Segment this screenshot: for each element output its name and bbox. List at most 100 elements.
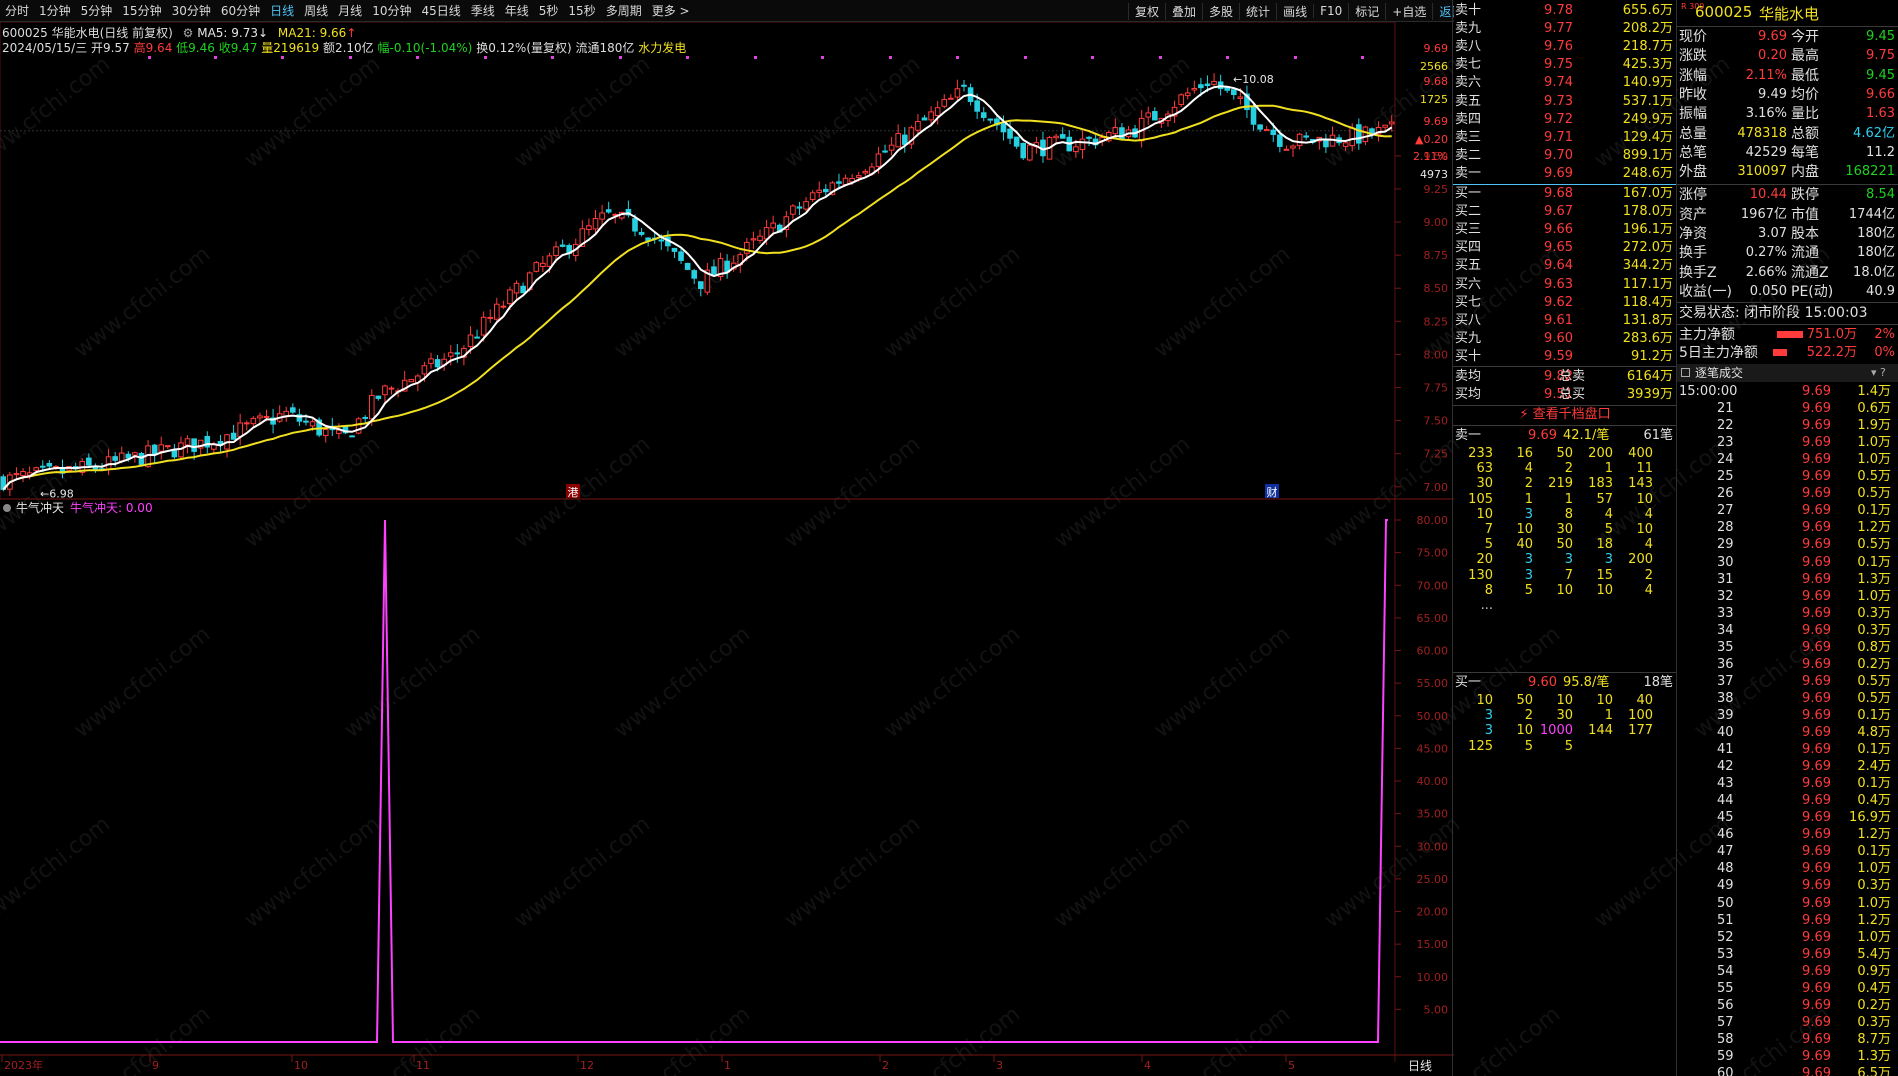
ma5-line — [2, 85, 1393, 491]
period-tab[interactable]: 45日线 — [416, 2, 465, 19]
toolbar-button[interactable]: 复权 — [1128, 2, 1165, 20]
quote-value: 4.62亿 — [1853, 125, 1895, 141]
candle-body — [796, 206, 803, 209]
period-tab[interactable]: 季线 — [466, 2, 500, 19]
ask-row[interactable]: 卖四 9.72 249.9万 — [1453, 111, 1677, 129]
bid-row[interactable]: 买一 9.68 167.0万 — [1453, 185, 1677, 203]
bid-row[interactable]: 买十 9.59 91.2万 — [1453, 348, 1677, 366]
period-tab[interactable]: 5分钟 — [76, 2, 118, 19]
view-depth-button[interactable]: ⚡ 查看千档盘口 — [1453, 406, 1677, 424]
queue-qty: 10 — [1596, 693, 1613, 708]
signal-dot — [619, 56, 622, 59]
queue-qty: 40 — [1516, 537, 1533, 553]
queue-qty: 5 — [1524, 738, 1533, 754]
queue-qty: 4 — [1644, 537, 1653, 553]
period-tab[interactable]: 10分钟 — [367, 2, 416, 19]
quote-row: 总笔 42529 每笔 11.2 — [1677, 144, 1898, 162]
queue-qty: 100 — [1628, 708, 1653, 724]
queue-qty: 3 — [1524, 552, 1533, 568]
sell1-queue-qty-row: 105 1 1 57 10 — [1453, 492, 1677, 507]
toolbar-button[interactable]: 画线 — [1276, 2, 1313, 20]
toolbar-button[interactable]: 叠加 — [1165, 2, 1202, 20]
tick-volume: 0.4万 — [1857, 793, 1891, 809]
queue-qty: 8 — [1564, 506, 1573, 522]
bid-row[interactable]: 买八 9.61 131.8万 — [1453, 312, 1677, 330]
quote-label: 市值 — [1791, 206, 1819, 223]
period-tab[interactable]: 分时 — [0, 2, 34, 19]
date-tick-label: 4 — [1144, 1059, 1151, 1072]
indicator-settings-icon[interactable] — [3, 504, 11, 512]
tick-menu-icon[interactable]: ▾ ? — [1871, 364, 1886, 382]
period-tab[interactable]: 15秒 — [563, 2, 600, 19]
ask-row[interactable]: 卖一 9.69 248.6万 — [1453, 165, 1677, 183]
candle-body — [697, 281, 704, 290]
period-tab[interactable]: 周线 — [299, 2, 333, 19]
queue-qty: 63 — [1476, 461, 1493, 477]
bid-row[interactable]: 买四 9.65 272.0万 — [1453, 239, 1677, 257]
period-tab[interactable]: 多周期 — [601, 2, 647, 19]
ask-row[interactable]: 卖六 9.74 140.9万 — [1453, 74, 1677, 92]
period-tab[interactable]: 60分钟 — [216, 2, 265, 19]
quote-row: 涨停 10.44 跌停 8.54 — [1677, 186, 1898, 204]
level-volume: 131.8万 — [1622, 312, 1673, 328]
quote-label: 昨收 — [1679, 86, 1707, 103]
ask-row[interactable]: 卖十 9.78 655.6万 — [1453, 2, 1677, 20]
period-tab[interactable]: 30分钟 — [167, 2, 216, 19]
bid-row[interactable]: 买六 9.63 117.1万 — [1453, 276, 1677, 294]
tick-volume: 1.2万 — [1857, 912, 1891, 928]
toolbar-button[interactable]: +自选 — [1385, 2, 1432, 20]
queue-qty: 2 — [1564, 461, 1573, 477]
level-volume: 117.1万 — [1622, 276, 1673, 292]
quote-panel: R 300 600025 华能水电 现价 9.69 今开 9.45 涨跌 0.20 最高 9.75 涨… — [1676, 0, 1898, 1076]
tick-volume: 1.3万 — [1857, 571, 1891, 587]
avg-label: 卖均 — [1455, 369, 1482, 384]
buy1-queue-qty-row: 3 2 30 1 100 — [1453, 708, 1677, 723]
tick-row: 27 9.69 0.1万 — [1677, 502, 1898, 519]
tick-time: 59 — [1717, 1048, 1734, 1064]
period-tab[interactable]: 5秒 — [534, 2, 564, 19]
ask-row[interactable]: 卖三 9.71 129.4万 — [1453, 129, 1677, 147]
tick-time: 46 — [1717, 827, 1734, 843]
chart-area[interactable]: 9.509.259.008.758.508.258.007.757.507.25… — [0, 22, 1454, 1076]
level-volume: 283.6万 — [1622, 330, 1673, 346]
period-tab[interactable]: 更多 > — [647, 2, 695, 19]
period-tab[interactable]: 月线 — [333, 2, 367, 19]
queue-qty: 18 — [1596, 537, 1613, 553]
bid-row[interactable]: 买九 9.60 283.6万 — [1453, 330, 1677, 348]
ask-row[interactable]: 卖五 9.73 537.1万 — [1453, 93, 1677, 111]
quote-label: 流通Z — [1791, 264, 1829, 281]
toolbar-button[interactable]: 统计 — [1239, 2, 1276, 20]
quote-value: 478318 — [1737, 125, 1787, 141]
quote-value: 9.66 — [1866, 86, 1895, 102]
tick-price: 9.69 — [1802, 1014, 1831, 1030]
quote-row: 外盘 310097 内盘 168221 — [1677, 163, 1898, 181]
toolbar-button[interactable]: 返回 — [1432, 2, 1454, 20]
level-volume: 344.2万 — [1622, 258, 1673, 274]
tick-volume: 0.1万 — [1857, 742, 1891, 758]
queue-qty: 40 — [1636, 693, 1653, 708]
period-tab[interactable]: 1分钟 — [34, 2, 76, 19]
bid-row[interactable]: 买五 9.64 344.2万 — [1453, 257, 1677, 275]
level-label: 卖二 — [1455, 147, 1482, 163]
toolbar-button[interactable]: 标记 — [1348, 2, 1385, 20]
toolbar-button[interactable]: 多股 — [1202, 2, 1239, 20]
ask-row[interactable]: 卖二 9.70 899.1万 — [1453, 147, 1677, 165]
stock-name: 华能水电 — [1759, 5, 1820, 23]
indicator-tick-label: 70.00 — [1417, 579, 1449, 592]
quote-value: 11.2 — [1866, 144, 1895, 160]
period-tab[interactable]: 年线 — [500, 2, 534, 19]
bid-row[interactable]: 买二 9.67 178.0万 — [1453, 203, 1677, 221]
ask-row[interactable]: 卖九 9.77 208.2万 — [1453, 20, 1677, 38]
candle-body — [13, 473, 20, 476]
bid-row[interactable]: 买三 9.66 196.1万 — [1453, 221, 1677, 239]
period-tab[interactable]: 15分钟 — [117, 2, 166, 19]
ask-row[interactable]: 卖七 9.75 425.3万 — [1453, 56, 1677, 74]
bid-row[interactable]: 买七 9.62 118.4万 — [1453, 294, 1677, 312]
tick-volume: 1.0万 — [1857, 929, 1891, 945]
candle-body — [895, 133, 901, 148]
quote-row: 昨收 9.49 均价 9.66 — [1677, 86, 1898, 104]
ask-row[interactable]: 卖八 9.76 218.7万 — [1453, 38, 1677, 56]
candle-body — [118, 452, 125, 462]
period-tab[interactable]: 日线 — [265, 2, 299, 19]
toolbar-button[interactable]: F10 — [1313, 4, 1348, 18]
